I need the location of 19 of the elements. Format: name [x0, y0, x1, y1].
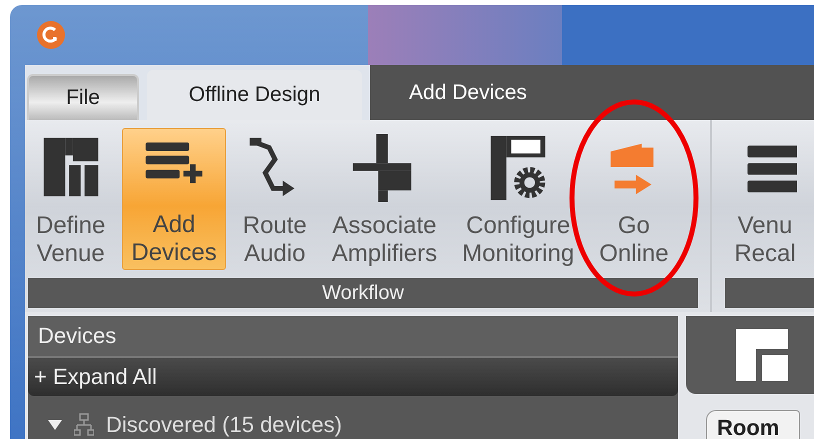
- ribbon-button[interactable]: Configure Monitoring: [454, 128, 582, 270]
- ribbon-button[interactable]: Associate Amplifiers: [324, 128, 446, 270]
- layout-view-button[interactable]: [686, 316, 814, 394]
- app-logo-icon: [36, 20, 66, 50]
- ribbon-button[interactable]: Define Venue: [28, 128, 114, 270]
- layout-icon: [736, 329, 788, 381]
- ribbon-tab[interactable]: File: [27, 74, 139, 120]
- view-tab[interactable]: Room: [706, 410, 800, 439]
- expand-arrow-icon[interactable]: [48, 420, 62, 430]
- panel-title: Devices: [28, 316, 678, 358]
- ribbon-tab[interactable]: Add Devices: [370, 65, 566, 120]
- expand-all-button[interactable]: + Expand All: [28, 358, 678, 396]
- tree-item[interactable]: Discovered (15 devices): [106, 412, 342, 438]
- ribbon-button[interactable]: Venu Recal: [725, 128, 805, 270]
- ribbon-button[interactable]: Route Audio: [234, 128, 315, 270]
- group-label: Workflow: [28, 278, 698, 308]
- ribbon-tab[interactable]: Offline Design: [147, 70, 362, 120]
- network-icon: [74, 413, 94, 437]
- ribbon-button[interactable]: Add Devices: [122, 128, 226, 270]
